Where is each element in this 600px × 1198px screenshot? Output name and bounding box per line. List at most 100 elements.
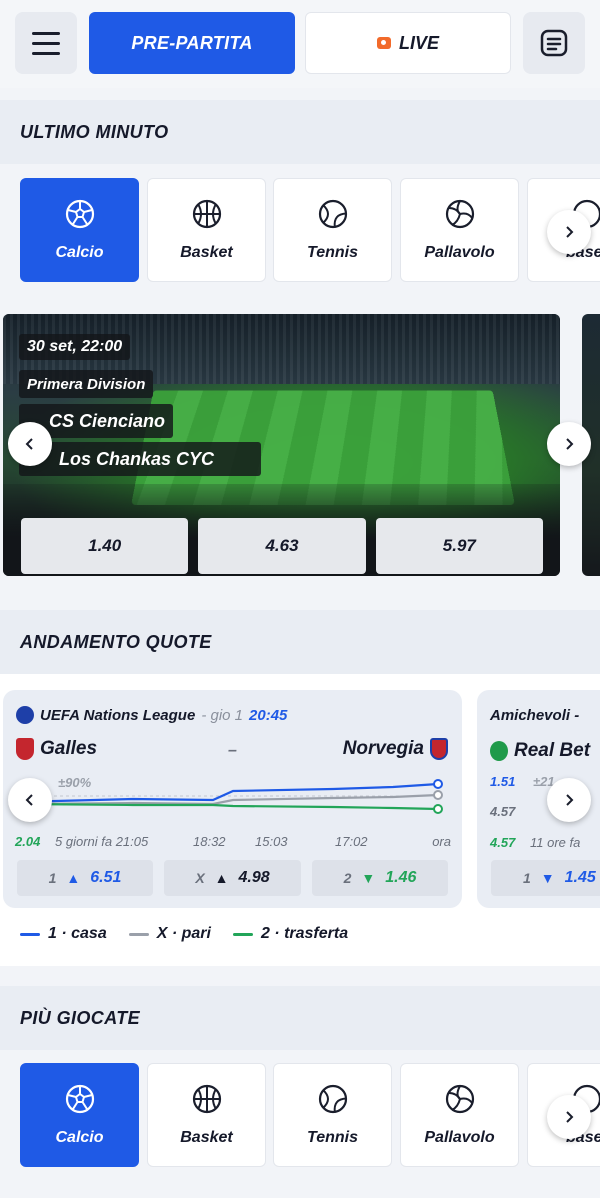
trend-next-button[interactable] [547, 778, 591, 822]
competition-name: Amichevoli - [490, 707, 580, 724]
odd-value: 1.45 [564, 869, 596, 886]
odd-value: 1.46 [385, 869, 417, 886]
wales-crest-icon [16, 738, 34, 760]
odd-sign: 1 [48, 870, 57, 886]
menu-line [32, 51, 60, 55]
sport-label: Tennis [307, 244, 358, 261]
top-bar: PRE-PARTITA LIVE [0, 0, 600, 88]
sport-tab-pallavolo[interactable]: Pallavolo [400, 178, 519, 282]
sport-tab-calcio[interactable]: Calcio [20, 1063, 139, 1167]
tennis-ball-icon [318, 1084, 347, 1114]
betslip-icon [540, 29, 568, 57]
opening-odd: 4.57 [490, 835, 516, 850]
featured-match-card[interactable]: 30 set, 22:00 Primera Division CS Cienci… [3, 314, 560, 576]
sport-tab-calcio[interactable]: Calcio [20, 178, 139, 282]
match-datetime: 30 set, 22:00 [19, 334, 131, 360]
uefa-logo-icon [16, 706, 34, 724]
odd-value: 4.57 [490, 804, 516, 819]
chevron-right-icon [566, 226, 574, 238]
norway-crest-icon [430, 738, 448, 760]
sport-tab-tennis[interactable]: Tennis [273, 1063, 392, 1167]
menu-line [32, 41, 60, 45]
sport-label: Calcio [55, 244, 104, 261]
odds-trend-card[interactable]: UEFA Nations League - gio 1 20:45 Galles… [3, 690, 462, 908]
odd-value: 4.98 [238, 869, 270, 886]
tab-live[interactable]: LIVE [305, 12, 511, 74]
odd-sign: 1 [523, 870, 531, 886]
trend-odd-button-1[interactable]: 1 ▼ 1.45 [491, 860, 600, 896]
chevron-right-icon [566, 438, 574, 450]
home-team-name: CS Cienciano [49, 410, 166, 431]
odd-sign: 2 [343, 870, 352, 886]
trend-prev-button[interactable] [8, 778, 52, 822]
sport-tab-tennis[interactable]: Tennis [273, 178, 392, 282]
soccer-ball-icon [65, 1084, 94, 1114]
volleyball-icon [445, 1084, 474, 1114]
carousel-prev-button[interactable] [8, 422, 52, 466]
sport-label: Basket [180, 244, 233, 261]
menu-line [32, 31, 60, 35]
sport-tab-basket[interactable]: Basket [147, 1063, 266, 1167]
odds-legend: 1 · casa X · pari 2 · trasferta [20, 925, 348, 943]
scroll-right-button[interactable] [547, 1095, 591, 1139]
time-label: 18:32 [193, 834, 226, 849]
section-title-odds-trend: ANDAMENTO QUOTE [0, 610, 600, 674]
legend-label: X · pari [156, 925, 211, 942]
series-casa-line [17, 782, 439, 804]
legend-swatch [128, 932, 149, 936]
sport-tab-pallavolo[interactable]: Pallavolo [400, 1063, 519, 1167]
competition-name: UEFA Nations League [40, 706, 196, 724]
odd-sign: X [195, 870, 205, 886]
time-label: ora [432, 834, 451, 849]
sport-label: Tennis [307, 1129, 358, 1146]
tab-prematch[interactable]: PRE-PARTITA [89, 12, 295, 74]
arrow-up-icon: ▲ [66, 870, 81, 886]
away-team: Norvegia [343, 738, 448, 760]
sport-label: Basket [180, 1129, 233, 1146]
odd-button-1[interactable]: 1.40 [21, 518, 189, 574]
real-betis-crest-icon [490, 741, 508, 761]
home-team-name: Galles [40, 738, 98, 759]
trend-card-header: UEFA Nations League - gio 1 20:45 [16, 706, 287, 724]
away-team-name: Los Chankas CYC [59, 448, 215, 469]
match-away-team: Los Chankas CYC [19, 442, 261, 476]
chevron-right-icon [566, 794, 574, 806]
trend-odd-button-1[interactable]: 1 ▲ 6.51 [17, 860, 153, 896]
odd-value: 1.51 [490, 774, 516, 789]
sport-label: Pallavolo [424, 1129, 495, 1146]
time-label: 11 ore fa [530, 835, 581, 850]
featured-odds-row: 1.40 4.63 5.97 [21, 518, 543, 574]
carousel-next-button[interactable] [547, 422, 591, 466]
trend-odd-button-2[interactable]: 2 ▼ 1.46 [312, 860, 448, 896]
tennis-ball-icon [318, 199, 347, 229]
time-label: 15:03 [255, 834, 288, 849]
odd-button-2[interactable]: 5.97 [375, 518, 543, 574]
legend-swatch [20, 932, 40, 936]
match-league: Primera Division [19, 370, 154, 398]
match-day: - gio 1 [201, 706, 244, 724]
home-team: Real Bet [490, 740, 590, 762]
betslip-button[interactable] [523, 12, 585, 74]
home-team: Galles [16, 738, 97, 760]
series-trasferta-line [17, 802, 439, 811]
arrow-up-icon: ▲ [214, 870, 229, 886]
trend-odd-button-x[interactable]: X ▲ 4.98 [164, 860, 301, 896]
tab-live-label: LIVE [398, 32, 439, 53]
away-team-name: Norvegia [342, 738, 424, 759]
volleyball-icon [445, 199, 474, 229]
basketball-icon [192, 199, 221, 229]
chevron-left-icon [25, 794, 33, 806]
arrow-down-icon: ▼ [361, 870, 376, 886]
time-label: 17:02 [335, 834, 368, 849]
scroll-right-button[interactable] [547, 210, 591, 254]
odds-trend-chart [17, 779, 443, 814]
odd-button-x[interactable]: 4.63 [198, 518, 366, 574]
opening-odd: 2.04 [15, 834, 41, 849]
sport-tab-basket[interactable]: Basket [147, 178, 266, 282]
chevron-left-icon [25, 438, 33, 450]
legend-item-pari: X · pari [128, 925, 211, 943]
sport-filter-row-last-minute: Calcio Basket Tennis Pallavolo basel [0, 178, 600, 282]
sport-filter-row-most-played: Calcio Basket Tennis Pallavolo basel [0, 1063, 600, 1167]
hamburger-menu-button[interactable] [15, 12, 77, 74]
sport-label: Pallavolo [424, 244, 495, 261]
